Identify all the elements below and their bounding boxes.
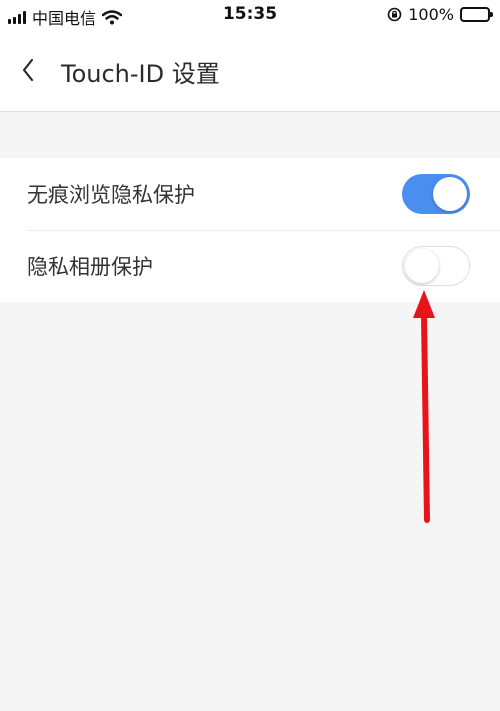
setting-row-incognito-privacy[interactable]: 无痕浏览隐私保护 (0, 158, 500, 231)
toggle-knob (433, 177, 467, 211)
battery-percent: 100% (408, 5, 454, 24)
setting-row-album-privacy[interactable]: 隐私相册保护 (0, 230, 500, 302)
status-bar: 中国电信 15:35 100% ⚡ (0, 0, 500, 30)
setting-label: 隐私相册保护 (27, 255, 153, 279)
settings-group: 无痕浏览隐私保护 隐私相册保护 (0, 158, 500, 302)
page-title: Touch-ID 设置 (61, 60, 220, 88)
status-right: 100% ⚡ (387, 5, 493, 24)
incognito-privacy-toggle[interactable] (402, 174, 470, 214)
album-privacy-toggle[interactable] (402, 246, 470, 286)
setting-label: 无痕浏览隐私保护 (27, 183, 195, 207)
back-button[interactable] (14, 52, 42, 88)
chevron-left-icon (22, 58, 34, 82)
toggle-knob (405, 249, 439, 283)
battery-charging-icon: ⚡ (460, 7, 493, 22)
navigation-bar: Touch-ID 设置 (0, 30, 500, 112)
rotation-lock-icon (387, 7, 402, 22)
